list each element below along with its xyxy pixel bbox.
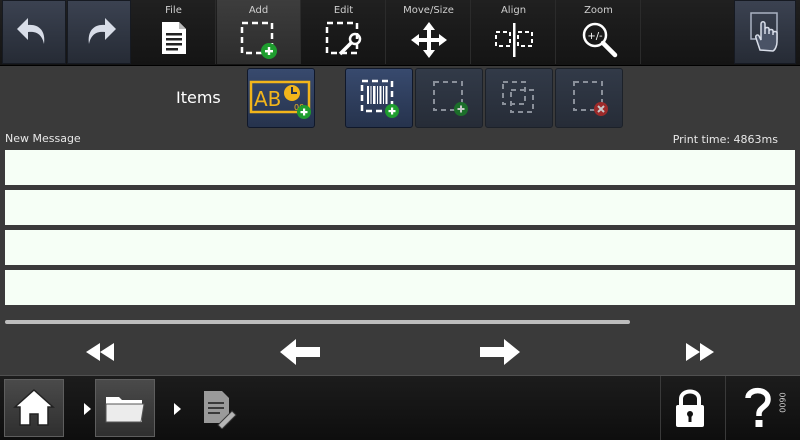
text-datetime-item-icon: AB 00 (249, 80, 311, 119)
zoom-icon: +/- (582, 22, 617, 58)
copy-boxes-icon (502, 81, 534, 113)
home-button[interactable] (4, 379, 64, 437)
bottom-bar (0, 375, 800, 440)
copy-item-button[interactable] (485, 68, 553, 128)
top-toolbar: File Add Edit Move/Size Align Zoom +/- (0, 0, 800, 66)
hand-pointer-icon (750, 12, 778, 52)
last-button[interactable] (668, 334, 728, 370)
folder-icon (105, 397, 145, 423)
horizontal-scrollbar[interactable] (5, 320, 630, 324)
document-icon (161, 22, 186, 54)
folder-button[interactable] (95, 379, 155, 437)
touch-mode-button[interactable] (734, 0, 796, 64)
add-box-icon (433, 81, 468, 116)
add-text-item-button[interactable]: AB 00 (247, 68, 315, 128)
double-arrow-left-icon (86, 343, 114, 361)
add-item-icon (240, 21, 277, 59)
first-button[interactable] (72, 334, 132, 370)
breadcrumb-arrow-icon (84, 403, 91, 415)
print-time: Print time: 4863ms (672, 133, 778, 146)
tool-align[interactable]: Align (472, 0, 556, 64)
message-name: New Message (5, 132, 81, 145)
tool-zoom-label: Zoom (584, 5, 613, 16)
undo-button[interactable] (2, 0, 66, 64)
tool-file[interactable]: File (132, 0, 216, 64)
undo-icon (17, 18, 45, 44)
arrow-right-icon (480, 339, 520, 365)
redo-icon (88, 18, 116, 44)
align-icon (494, 23, 533, 57)
question-mark-icon (745, 387, 771, 427)
edit-message-button[interactable] (188, 379, 248, 437)
tool-zoom[interactable]: Zoom +/- (557, 0, 641, 64)
lock-button[interactable] (660, 379, 720, 437)
message-line[interactable] (5, 190, 795, 225)
tool-align-label: Align (500, 5, 527, 16)
tool-add[interactable]: Add (217, 0, 301, 64)
previous-button[interactable] (270, 334, 330, 370)
lock-icon (676, 389, 704, 427)
double-arrow-right-icon (686, 343, 714, 361)
svg-text:+/-: +/- (587, 31, 603, 42)
document-edit-icon (204, 391, 237, 429)
tool-edit-label: Edit (333, 5, 354, 16)
add-generic-item-button[interactable] (415, 68, 483, 128)
tool-move-size-label: Move/Size (403, 5, 454, 16)
tool-file-label: File (165, 5, 182, 16)
tool-add-label: Add (248, 5, 269, 16)
delete-item-button[interactable] (555, 68, 623, 128)
message-lines (5, 150, 795, 310)
edit-wrench-icon (325, 21, 361, 56)
divider (725, 376, 726, 440)
delete-box-icon (573, 81, 608, 116)
message-line[interactable] (5, 230, 795, 265)
move-arrows-icon (410, 22, 447, 58)
message-line[interactable] (5, 270, 795, 305)
items-label: Items (176, 88, 221, 107)
barcode-item-icon (360, 79, 399, 118)
breadcrumb-arrow-icon (174, 403, 181, 415)
tool-move-size[interactable]: Move/Size (387, 0, 471, 64)
version-number: 0090 (778, 392, 788, 413)
message-line[interactable] (5, 150, 795, 185)
tool-edit[interactable]: Edit (302, 0, 386, 64)
next-button[interactable] (470, 334, 530, 370)
home-icon (13, 388, 55, 426)
arrow-left-icon (280, 339, 320, 365)
redo-button[interactable] (67, 0, 131, 64)
svg-text:AB: AB (254, 87, 281, 111)
add-barcode-item-button[interactable] (345, 68, 413, 128)
